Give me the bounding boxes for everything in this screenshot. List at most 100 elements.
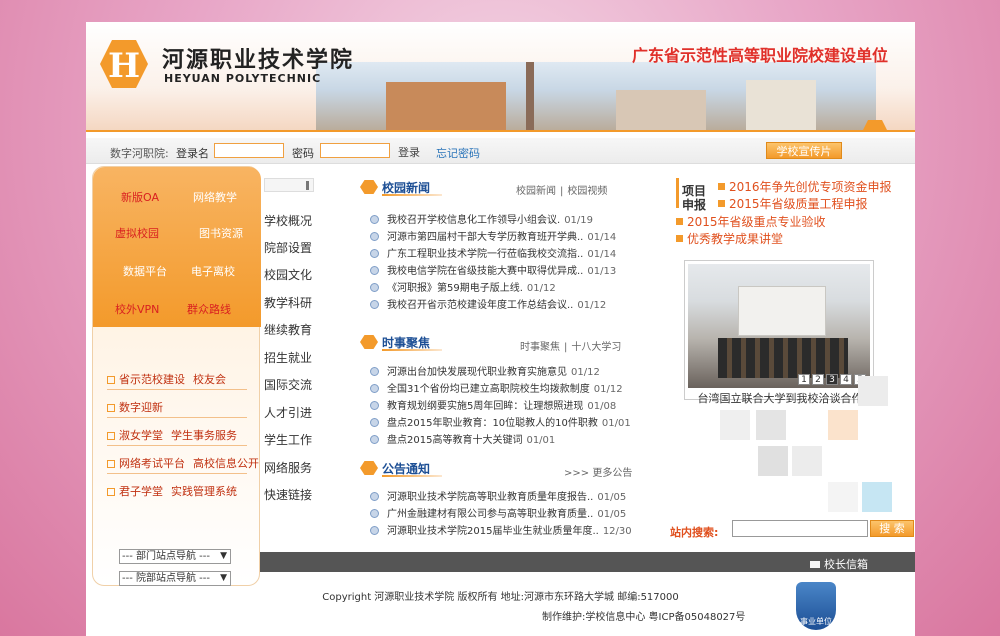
list-item[interactable]: 广东工程职业技术学院一行莅临我校交流指.. 01/14 [370,245,616,260]
nav-item[interactable]: 学生工作 [264,431,312,448]
password-label: 密码 [292,147,314,160]
square-bullet-icon [107,404,115,412]
list-item[interactable]: 河源市第四届村干部大专学历教育班开学典.. 01/14 [370,228,616,243]
slider-page-active[interactable]: 3 [826,374,838,385]
header-slogan: 广东省示范性高等职业院校建设单位 [632,46,889,65]
principal-mailbox-link[interactable]: 校长信箱 [810,556,868,572]
bullet-icon [370,435,379,444]
bullet-icon [370,367,379,376]
list-item[interactable]: 河源职业技术学院2015届毕业生就业质量年度.. 12/30 [370,522,632,537]
list-item[interactable]: 盘点2015年职业教育：10位聪教人的10件职教 01/01 [370,414,631,429]
nav-item[interactable]: 国际交流 [264,376,312,393]
nav-item[interactable]: 院部设置 [264,239,312,256]
school-logo-icon[interactable] [100,40,148,88]
right-link[interactable]: 2015年省级质量工程申报 [718,195,868,212]
username-input[interactable] [214,143,284,158]
main-nav: 学校概况 院部设置 校园文化 教学科研 继续教育 招生就业 国际交流 人才引进 … [262,172,318,562]
search-input[interactable] [732,520,868,537]
slider-page[interactable]: 1 [798,374,810,385]
square-bullet-icon [107,432,115,440]
bullet-icon [370,266,379,275]
hexagon-h-icon [360,335,378,349]
list-item[interactable]: 全国31个省份均已建立高职院校生均拨款制度 01/12 [370,380,623,395]
quick-link-virtual-campus[interactable]: 虚拟校园 [115,225,159,241]
right-link[interactable]: 2015年省级重点专业验收 [676,213,826,230]
quick-link-data-platform[interactable]: 数据平台 [123,263,167,279]
school-name-cn: 河源职业技术学院 [162,47,355,73]
header-banner: 河源职业技术学院 HEYUAN POLYTECHNIC 广东省示范性高等职业院校… [86,22,915,132]
nav-item[interactable]: 招生就业 [264,349,312,366]
password-input[interactable] [320,143,390,158]
username-label: 登录名 [176,147,209,160]
list-item[interactable]: 河源职业技术学院高等职业教育质量年度报告.. 01/05 [370,488,626,503]
right-link[interactable]: 优秀教学成果讲堂 [676,230,783,247]
quick-link-online-teaching[interactable]: 网络教学 [193,189,237,205]
bullet-icon [370,526,379,535]
login-button[interactable]: 登录 [398,144,420,160]
bullet-icon [370,492,379,501]
nav-item[interactable]: 校园文化 [264,266,312,283]
envelope-icon [810,561,820,568]
tab-campus-video[interactable]: 校园视频 [567,186,607,197]
tab-18th-congress[interactable]: 十八大学习 [571,342,621,353]
square-bullet-icon [718,183,725,190]
project-label: 项目申报 [682,184,707,212]
left-panel: 新版OA 网络教学 虚拟校园 图书资源 数据平台 电子离校 校外VPN 群众路线… [92,166,261,586]
faculty-site-select[interactable]: --- 院部站点导航 --- ▼ [119,571,231,586]
bullet-icon [370,384,379,393]
public-institution-badge[interactable]: 事业单位 [796,582,836,630]
slider-page[interactable]: 2 [812,374,824,385]
quick-link-mass-line[interactable]: 群众路线 [187,301,231,317]
list-item[interactable]: 我校电信学院在省级技能大赛中取得优异成.. 01/13 [370,262,616,277]
quick-link-oa[interactable]: 新版OA [121,189,159,205]
nav-item[interactable]: 网络服务 [264,459,312,476]
more-notices-link[interactable]: >>> 更多公告 [564,464,632,479]
quick-link-library[interactable]: 图书资源 [199,225,243,241]
list-item[interactable]: 数字迎新 [107,399,163,415]
campus-photo [316,62,876,132]
bullet-icon [370,249,379,258]
square-bullet-icon [107,460,115,468]
slider-pager: 12345 [796,372,866,385]
nav-scroll-tab[interactable] [264,178,314,192]
quick-link-e-leave[interactable]: 电子离校 [191,263,235,279]
list-item[interactable]: 教育规划纲要实施5周年回眸：让理想照进现 01/08 [370,397,616,412]
list-item[interactable]: 省示范校建设 校友会 [107,371,226,387]
right-link[interactable]: 2016年争先创优专项资金申报 [718,178,892,195]
search-button[interactable]: 搜 索 [870,520,914,537]
nav-item[interactable]: 快速链接 [264,486,312,503]
bullet-icon [370,509,379,518]
list-item[interactable]: 淑女学堂 学生事务服务 [107,427,237,443]
list-item[interactable]: 我校召开省示范校建设年度工作总结会议.. 01/12 [370,296,606,311]
list-item[interactable]: 网络考试平台 高校信息公开 [107,455,259,471]
forgot-password-link[interactable]: 忘记密码 [436,145,480,161]
list-item[interactable]: 广州金融建材有限公司参与高等职业教育质量.. 01/05 [370,505,626,520]
nav-item[interactable]: 继续教育 [264,321,312,338]
tab-current-news[interactable]: 时事聚焦 [520,342,560,353]
bullet-icon [370,283,379,292]
login-bar: 数字河职院: 登录名 密码 登录 忘记密码 学校宣传片 [86,138,915,164]
nav-item[interactable]: 学校概况 [264,212,312,229]
nav-item[interactable]: 教学科研 [264,294,312,311]
school-name-en: HEYUAN POLYTECHNIC [164,72,322,85]
photo-slider[interactable]: 12345 [684,260,874,400]
dept-site-select[interactable]: --- 部门站点导航 --- ▼ [119,549,231,564]
tab-campus-news[interactable]: 校园新闻 [516,186,556,197]
list-item[interactable]: 河源出台加快发展现代职业教育实施意见 01/12 [370,363,600,378]
promo-video-button[interactable]: 学校宣传片 [766,142,842,159]
list-item[interactable]: 《河职报》第59期电子版上线. 01/12 [370,279,556,294]
slider-photo[interactable]: 12345 [688,264,870,388]
chevron-down-icon: ▼ [220,551,227,561]
square-bullet-icon [107,488,115,496]
square-bullet-icon [676,235,683,242]
list-item[interactable]: 盘点2015高等教育十大关键词 01/01 [370,431,555,446]
nav-item[interactable]: 人才引进 [264,404,312,421]
quick-link-vpn[interactable]: 校外VPN [115,301,159,317]
photo-caption[interactable]: 台湾国立联合大学到我校洽谈合作 [688,390,872,406]
slider-page[interactable]: 4 [840,374,852,385]
list-item[interactable]: 君子学堂 实践管理系统 [107,483,237,499]
hexagon-h-icon [360,180,378,194]
list-item[interactable]: 我校召开学校信息化工作领导小组会议. 01/19 [370,211,593,226]
page: 河源职业技术学院 HEYUAN POLYTECHNIC 广东省示范性高等职业院校… [86,22,915,636]
bullet-icon [370,232,379,241]
